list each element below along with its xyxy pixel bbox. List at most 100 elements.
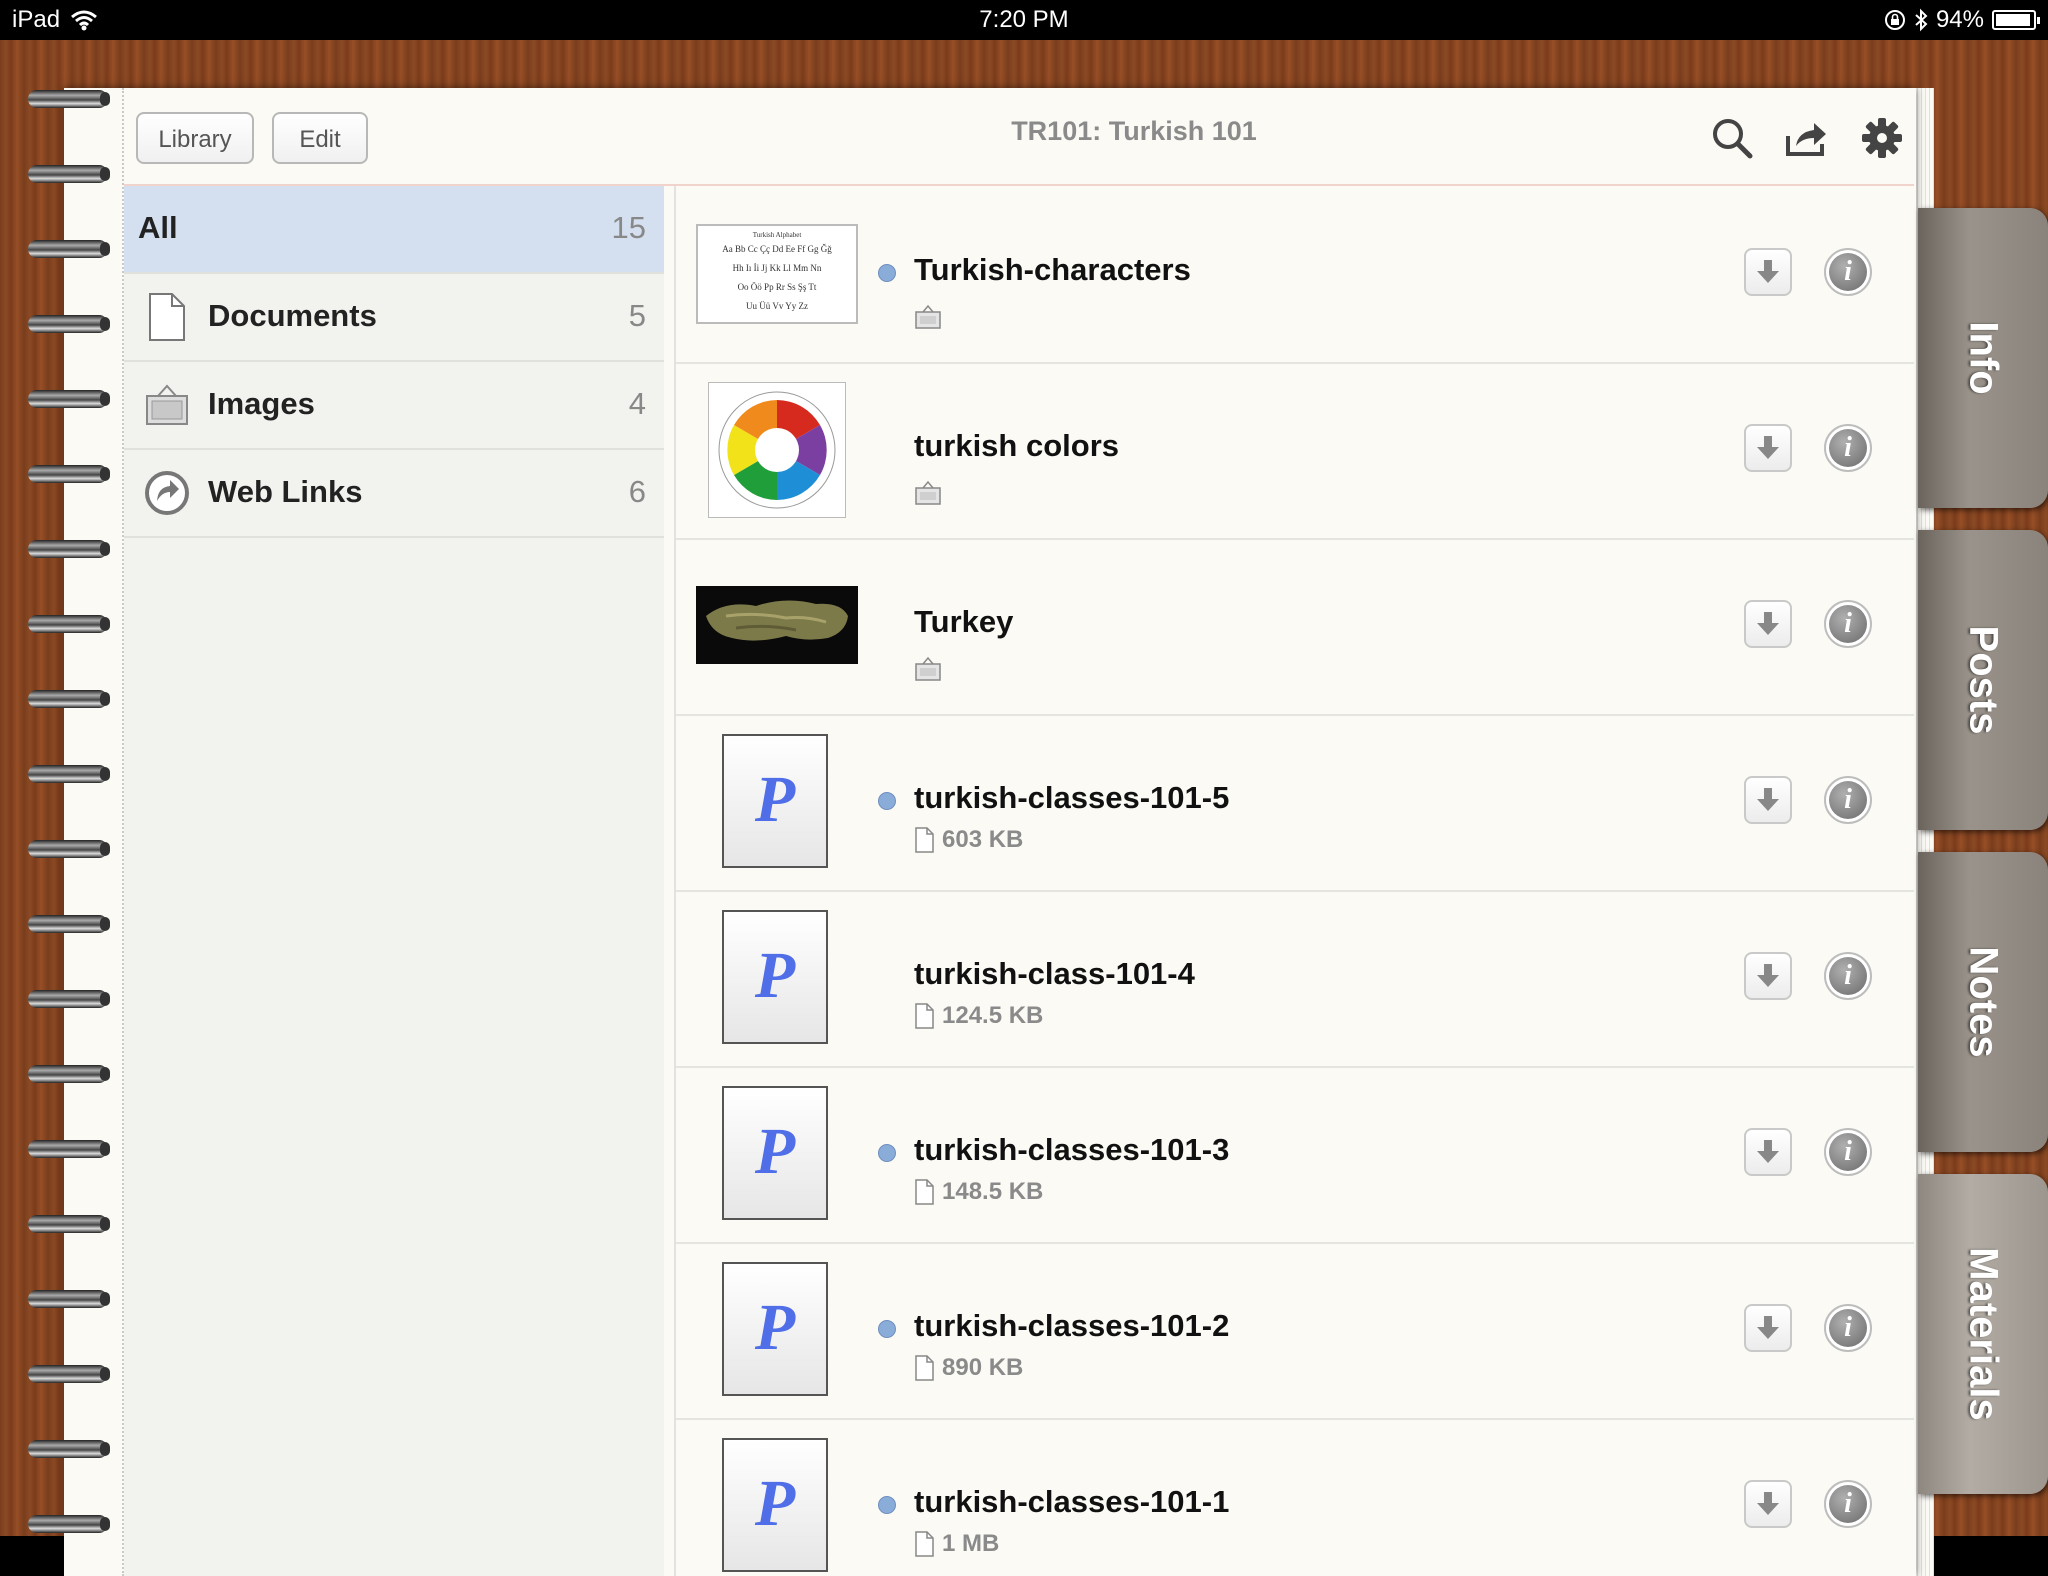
info-icon: i bbox=[1829, 781, 1867, 819]
list-item[interactable]: P turkish-classes-101-2 890 KB i bbox=[676, 1242, 1914, 1420]
ring-coil bbox=[28, 615, 108, 633]
ring-coil bbox=[28, 1215, 108, 1233]
tab-info[interactable]: Info bbox=[1918, 208, 2048, 508]
download-arrow-icon bbox=[1757, 1316, 1779, 1339]
info-button[interactable]: i bbox=[1824, 1128, 1872, 1176]
spiral-ring bbox=[20, 309, 110, 339]
status-time: 7:20 PM bbox=[979, 6, 1069, 33]
sidebar-item-count: 4 bbox=[628, 386, 646, 421]
share-icon[interactable] bbox=[1782, 114, 1830, 162]
sidebar-item-images[interactable]: Images 4 bbox=[124, 362, 664, 450]
item-title: turkish-classes-101-3 bbox=[914, 1132, 1230, 1167]
ring-coil bbox=[28, 765, 108, 783]
tab-label: Posts bbox=[1961, 625, 2006, 735]
turkey-map-thumbnail bbox=[696, 586, 858, 664]
bluetooth-icon bbox=[1915, 8, 1928, 32]
thumbnail-text: Uu Üü Vv Yy Zz bbox=[746, 301, 808, 311]
sidebar-item-count: 6 bbox=[628, 474, 646, 509]
ring-hole bbox=[100, 992, 110, 1006]
download-button[interactable] bbox=[1744, 1304, 1792, 1352]
settings-gear-icon[interactable] bbox=[1858, 114, 1906, 162]
ring-hole bbox=[100, 1517, 110, 1531]
file-size: 1 MB bbox=[942, 1530, 1000, 1557]
library-button[interactable]: Library bbox=[136, 112, 254, 164]
item-title: turkish-classes-101-2 bbox=[914, 1308, 1230, 1343]
info-icon: i bbox=[1829, 1309, 1867, 1347]
info-button[interactable]: i bbox=[1824, 1304, 1872, 1352]
item-subtitle: 1 MB bbox=[914, 1530, 999, 1558]
info-icon: i bbox=[1829, 1133, 1867, 1171]
spiral-ring bbox=[20, 84, 110, 114]
list-item[interactable]: P turkish-class-101-4 124.5 KB i bbox=[676, 890, 1914, 1068]
download-button[interactable] bbox=[1744, 1480, 1792, 1528]
download-button[interactable] bbox=[1744, 1128, 1792, 1176]
item-subtitle bbox=[914, 478, 942, 506]
info-button[interactable]: i bbox=[1824, 600, 1872, 648]
sidebar-item-web-links[interactable]: Web Links 6 bbox=[124, 450, 664, 538]
download-arrow-icon bbox=[1757, 1140, 1779, 1163]
battery-percent: 94% bbox=[1935, 6, 1984, 33]
file-size: 603 KB bbox=[942, 826, 1024, 853]
edit-button[interactable]: Edit bbox=[272, 112, 368, 164]
info-button[interactable]: i bbox=[1824, 424, 1872, 472]
download-button[interactable] bbox=[1744, 776, 1792, 824]
web-link-icon bbox=[145, 471, 189, 515]
ring-hole bbox=[100, 842, 110, 856]
ring-hole bbox=[100, 392, 110, 406]
list-item[interactable]: Turkish Alphabet Aa Bb Cc Çç Dd Ee Ff Gg… bbox=[676, 186, 1914, 364]
tab-label: Materials bbox=[1961, 1247, 2006, 1421]
sidebar-item-all[interactable]: All 15 bbox=[124, 186, 664, 274]
list-item[interactable]: P turkish-classes-101-3 148.5 KB i bbox=[676, 1066, 1914, 1244]
ring-hole bbox=[100, 767, 110, 781]
download-arrow-icon bbox=[1757, 1492, 1779, 1515]
status-bar: iPad 7:20 PM 94% bbox=[0, 0, 2048, 40]
sidebar-item-label: All bbox=[138, 210, 178, 245]
ring-coil bbox=[28, 1365, 108, 1383]
tab-notes[interactable]: Notes bbox=[1918, 852, 2048, 1152]
sidebar-item-documents[interactable]: Documents 5 bbox=[124, 274, 664, 362]
list-item[interactable]: turkish colors i bbox=[676, 362, 1914, 540]
spiral-ring bbox=[20, 1059, 110, 1089]
document-icon bbox=[915, 1531, 934, 1557]
download-arrow-icon bbox=[1757, 260, 1779, 283]
spiral-ring bbox=[20, 1209, 110, 1239]
sidebar-item-label: Documents bbox=[208, 298, 377, 333]
ring-coil bbox=[28, 540, 108, 558]
ring-hole bbox=[100, 167, 110, 181]
ring-hole bbox=[100, 542, 110, 556]
image-icon bbox=[915, 480, 941, 505]
ring-coil bbox=[28, 390, 108, 408]
doc-letter: P bbox=[754, 1467, 796, 1540]
list-item[interactable]: Turkey i bbox=[676, 538, 1914, 716]
category-sidebar: All 15 Documents 5 Images 4 Web Links 6 bbox=[124, 186, 666, 1576]
tab-materials[interactable]: Materials bbox=[1918, 1174, 2048, 1494]
download-button[interactable] bbox=[1744, 248, 1792, 296]
ring-coil bbox=[28, 90, 108, 108]
spiral-ring bbox=[20, 759, 110, 789]
item-subtitle bbox=[914, 654, 942, 682]
search-icon[interactable] bbox=[1708, 114, 1756, 162]
info-button[interactable]: i bbox=[1824, 1480, 1872, 1528]
item-subtitle: 603 KB bbox=[914, 826, 1023, 854]
document-icon bbox=[149, 293, 185, 341]
document-thumbnail: P bbox=[722, 1086, 828, 1220]
ring-hole bbox=[100, 1367, 110, 1381]
ring-hole bbox=[100, 1142, 110, 1156]
tab-label: Info bbox=[1961, 321, 2006, 395]
download-button[interactable] bbox=[1744, 600, 1792, 648]
thumbnail-text: Oo Öö Pp Rr Ss Şş Tt bbox=[737, 282, 817, 292]
info-button[interactable]: i bbox=[1824, 248, 1872, 296]
document-icon bbox=[915, 827, 934, 853]
spiral-ring bbox=[20, 1134, 110, 1164]
info-button[interactable]: i bbox=[1824, 776, 1872, 824]
item-subtitle: 890 KB bbox=[914, 1354, 1023, 1382]
info-button[interactable]: i bbox=[1824, 952, 1872, 1000]
spiral-ring bbox=[20, 1434, 110, 1464]
download-button[interactable] bbox=[1744, 424, 1792, 472]
download-button[interactable] bbox=[1744, 952, 1792, 1000]
list-item[interactable]: P turkish-classes-101-1 1 MB i bbox=[676, 1418, 1914, 1576]
list-item[interactable]: P turkish-classes-101-5 603 KB i bbox=[676, 714, 1914, 892]
ring-coil bbox=[28, 915, 108, 933]
image-icon bbox=[146, 384, 188, 425]
tab-posts[interactable]: Posts bbox=[1918, 530, 2048, 830]
